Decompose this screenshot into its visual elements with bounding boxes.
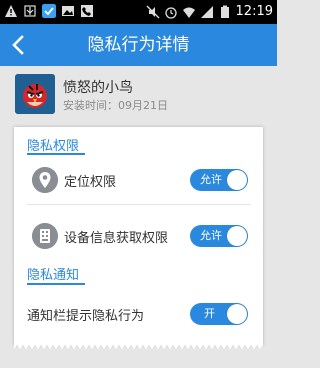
toggle-knob xyxy=(227,170,247,190)
usb-icon xyxy=(24,5,36,17)
toggle-label: 允许 xyxy=(200,229,222,242)
row-device-info-permission: 设备信息获取权限 允许 xyxy=(14,214,263,258)
mute-icon xyxy=(146,5,159,19)
device-info-permission-toggle[interactable]: 允许 xyxy=(190,225,248,247)
toggle-knob xyxy=(227,304,247,324)
status-bar: 12:19 xyxy=(0,0,277,24)
location-pin-icon xyxy=(32,167,58,193)
warning-icon xyxy=(5,5,17,17)
section-underline xyxy=(27,283,85,285)
row-label: 设备信息获取权限 xyxy=(64,231,169,246)
card-torn-edge xyxy=(14,343,263,349)
status-time: 12:19 xyxy=(235,4,273,19)
section-underline xyxy=(27,153,85,155)
toggle-knob xyxy=(227,226,247,246)
app-name: 愤怒的小鸟 xyxy=(63,80,133,96)
page-title: 隐私行为详情 xyxy=(87,35,190,55)
row-label: 定位权限 xyxy=(64,175,117,190)
phone-icon xyxy=(81,5,93,17)
row-label: 通知栏提示隐私行为 xyxy=(27,309,145,324)
toggle-label: 允许 xyxy=(200,173,222,186)
signal-icon xyxy=(200,6,213,18)
row-divider xyxy=(27,204,250,205)
app-header: 隐私行为详情 xyxy=(0,24,277,66)
alarm-icon xyxy=(164,7,177,19)
back-arrow-icon[interactable] xyxy=(6,32,32,58)
wifi-icon xyxy=(182,7,195,18)
toggle-label: 开 xyxy=(204,307,215,320)
app-icon xyxy=(15,74,55,114)
notification-check-icon xyxy=(42,4,56,18)
row-notification-bar: 通知栏提示隐私行为 开 xyxy=(14,292,263,336)
app-info: 愤怒的小鸟 安装时间：09月21日 xyxy=(0,66,277,126)
install-time: 安装时间：09月21日 xyxy=(63,99,168,112)
location-permission-toggle[interactable]: 允许 xyxy=(190,169,248,191)
notification-bar-toggle[interactable]: 开 xyxy=(190,303,248,325)
battery-icon xyxy=(220,5,229,18)
section-title-privacy-permissions: 隐私权限 xyxy=(27,139,80,154)
row-location-permission: 定位权限 允许 xyxy=(14,158,263,202)
permissions-card: 隐私权限 定位权限 允许 设备信息获取权限 允许 隐私通知 通知栏提示隐私行为 … xyxy=(14,127,263,345)
section-title-privacy-notification: 隐私通知 xyxy=(27,268,80,283)
device-info-icon xyxy=(32,223,58,249)
gallery-icon xyxy=(62,6,74,16)
